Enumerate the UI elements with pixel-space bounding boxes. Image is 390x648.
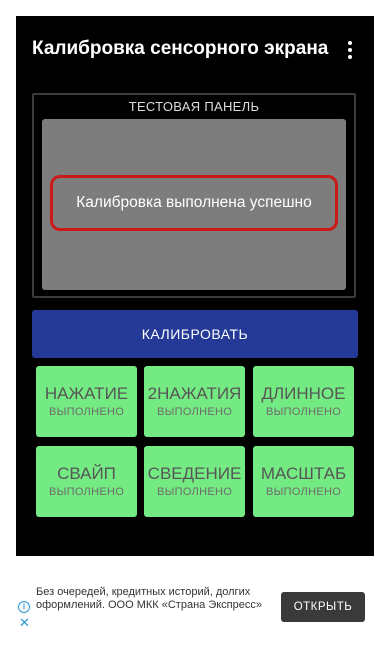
tile-tap[interactable]: НАЖАТИЕ ВЫПОЛНЕНО bbox=[36, 366, 137, 437]
tile-title: СВЕДЕНИЕ bbox=[147, 464, 242, 483]
tile-title: 2НАЖАТИЯ bbox=[147, 384, 242, 403]
ad-banner: i ✕ Без очередей, кредитных историй, дол… bbox=[16, 556, 374, 632]
tile-status: ВЫПОЛНЕНО bbox=[156, 406, 233, 418]
tile-title: НАЖАТИЕ bbox=[44, 384, 129, 403]
tile-title: МАСШТАБ bbox=[260, 464, 347, 483]
ad-open-button[interactable]: ОТКРЫТЬ bbox=[281, 592, 365, 622]
ad-text: Без очередей, кредитных историй, долгих … bbox=[36, 586, 262, 611]
tile-pinch[interactable]: СВЕДЕНИЕ ВЫПОЛНЕНО bbox=[144, 446, 245, 517]
app-bar: Калибровка сенсорного экрана bbox=[16, 16, 374, 82]
tile-title: СВАЙП bbox=[57, 464, 116, 483]
close-icon[interactable]: ✕ bbox=[19, 616, 30, 629]
result-message: Калибровка выполнена успешно bbox=[76, 194, 312, 211]
more-vert-icon[interactable] bbox=[340, 38, 360, 62]
test-panel-title: ТЕСТОВАЯ ПАНЕЛЬ bbox=[128, 99, 260, 114]
tile-zoom[interactable]: МАСШТАБ ВЫПОЛНЕНО bbox=[253, 446, 354, 517]
touch-test-area[interactable]: Калибровка выполнена успешно bbox=[42, 119, 346, 290]
tile-swipe[interactable]: СВАЙП ВЫПОЛНЕНО bbox=[36, 446, 137, 517]
calibrate-button[interactable]: КАЛИБРОВАТЬ bbox=[32, 310, 358, 358]
app-screen: Калибровка сенсорного экрана ТЕСТОВАЯ ПА… bbox=[16, 16, 374, 632]
tile-status: ВЫПОЛНЕНО bbox=[48, 486, 125, 498]
tile-status: ВЫПОЛНЕНО bbox=[265, 406, 342, 418]
tile-status: ВЫПОЛНЕНО bbox=[156, 486, 233, 498]
test-panel: ТЕСТОВАЯ ПАНЕЛЬ Калибровка выполнена усп… bbox=[32, 93, 356, 298]
tile-status: ВЫПОЛНЕНО bbox=[265, 486, 342, 498]
app-title: Калибровка сенсорного экрана bbox=[32, 38, 329, 59]
test-tiles-grid: НАЖАТИЕ ВЫПОЛНЕНО 2НАЖАТИЯ ВЫПОЛНЕНО ДЛИ… bbox=[36, 366, 354, 522]
tile-long-press[interactable]: ДЛИННОЕ ВЫПОЛНЕНО bbox=[253, 366, 354, 437]
tile-double-tap[interactable]: 2НАЖАТИЯ ВЫПОЛНЕНО bbox=[144, 366, 245, 437]
info-icon[interactable]: i bbox=[18, 601, 30, 613]
tile-status: ВЫПОЛНЕНО bbox=[48, 406, 125, 418]
tile-title: ДЛИННОЕ bbox=[261, 384, 346, 403]
result-highlight: Калибровка выполнена успешно bbox=[50, 175, 338, 231]
